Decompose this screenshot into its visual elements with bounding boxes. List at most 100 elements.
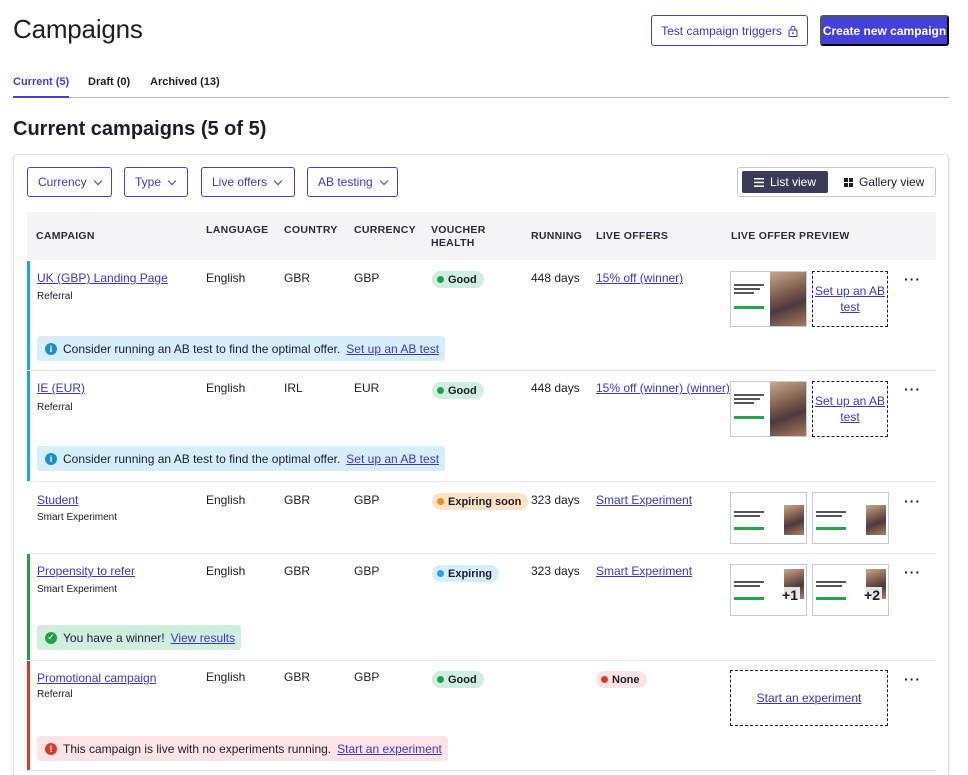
- campaign-tabs: Current (5) Draft (0) Archived (13): [13, 76, 949, 98]
- start-experiment-link[interactable]: Start an experiment: [757, 690, 862, 706]
- live-offer-link[interactable]: Smart Experiment: [596, 493, 692, 507]
- grid-icon: [844, 177, 853, 187]
- filter-type[interactable]: Type: [124, 167, 188, 197]
- health-badge: Good: [432, 382, 484, 399]
- health-badge-label: Good: [448, 273, 477, 286]
- row-status-bar: [27, 261, 30, 370]
- info-icon: i: [45, 452, 57, 465]
- campaign-currency: GBP: [354, 670, 380, 684]
- status-dot: [437, 387, 444, 394]
- filter-live-offers-label: Live offers: [212, 175, 268, 189]
- live-offers-badge-label: None: [612, 673, 640, 686]
- campaign-name-link[interactable]: Promotional campaign: [37, 671, 156, 685]
- live-offer-link[interactable]: 15% off (winner) (winner): [596, 381, 730, 395]
- tab-archived[interactable]: Archived (13): [150, 76, 220, 98]
- campaign-name-link[interactable]: IE (EUR): [37, 381, 85, 395]
- col-live-offer-preview: LIVE OFFER PREVIEW: [731, 230, 850, 242]
- campaign-name-link[interactable]: UK (GBP) Landing Page: [37, 271, 168, 285]
- campaign-country: IRL: [284, 381, 303, 395]
- chevron-down-icon: [167, 176, 177, 185]
- col-country[interactable]: COUNTRY: [284, 224, 338, 237]
- campaign-currency: EUR: [354, 381, 380, 395]
- set-up-ab-test-box[interactable]: Set up an AB test: [812, 381, 888, 437]
- filter-currency-label: Currency: [38, 175, 87, 189]
- row-menu-icon[interactable]: ···: [904, 382, 921, 396]
- list-icon: [753, 177, 764, 187]
- campaign-currency: GBP: [354, 271, 380, 285]
- status-dot: [437, 676, 444, 683]
- campaign-type: Smart Experiment: [37, 584, 118, 595]
- filter-live-offers[interactable]: Live offers: [201, 167, 295, 197]
- ab-test-notice: i Consider running an AB test to find th…: [37, 336, 446, 361]
- status-dot: [437, 570, 444, 577]
- col-live-offers[interactable]: LIVE OFFERS: [596, 230, 668, 243]
- set-up-ab-test-link[interactable]: Set up an AB test: [813, 393, 887, 425]
- campaign-name-link[interactable]: Student: [37, 493, 78, 507]
- more-variants-count: +2: [862, 587, 882, 603]
- filter-ab-testing[interactable]: AB testing: [307, 167, 398, 197]
- row-menu-icon[interactable]: ···: [904, 672, 921, 686]
- tab-draft[interactable]: Draft (0): [88, 76, 130, 98]
- live-offer-link[interactable]: 15% off (winner): [596, 271, 683, 285]
- campaign-running: 323 days: [531, 493, 580, 507]
- col-voucher-health-line2: HEALTH: [431, 237, 475, 249]
- campaign-language: English: [206, 493, 246, 507]
- test-campaign-triggers-label: Test campaign triggers: [661, 23, 782, 38]
- notice-text: Consider running an AB test to find the …: [63, 341, 341, 356]
- offer-preview-thumbnail[interactable]: [730, 381, 807, 437]
- notice-text: You have a winner!: [63, 630, 165, 645]
- gallery-view-label: Gallery view: [859, 175, 925, 189]
- set-up-ab-test-box[interactable]: Set up an AB test: [812, 271, 888, 327]
- row-status-bar: [27, 371, 30, 481]
- offer-preview-thumbnail[interactable]: [730, 492, 807, 544]
- chevron-down-icon: [93, 176, 102, 185]
- view-results-link[interactable]: View results: [171, 631, 235, 645]
- offer-preview-thumbnail[interactable]: +1: [730, 564, 807, 616]
- more-variants-count: +1: [780, 587, 800, 603]
- row-menu-icon[interactable]: ···: [904, 494, 921, 508]
- test-campaign-triggers-button[interactable]: Test campaign triggers: [651, 15, 808, 46]
- col-voucher-health[interactable]: VOUCHER HEALTH: [431, 224, 486, 250]
- col-language[interactable]: LANGUAGE: [206, 224, 268, 237]
- campaign-name-link[interactable]: Propensity to refer: [37, 564, 135, 578]
- create-new-campaign-button[interactable]: Create new campaign: [820, 15, 949, 46]
- col-campaign[interactable]: CAMPAIGN: [36, 230, 95, 243]
- set-up-ab-test-link[interactable]: Set up an AB test: [813, 283, 887, 315]
- notice-link[interactable]: Set up an AB test: [346, 342, 439, 356]
- notice-link[interactable]: Start an experiment: [337, 742, 442, 756]
- filter-ab-testing-label: AB testing: [318, 175, 373, 189]
- row-menu-icon[interactable]: ···: [904, 565, 921, 579]
- campaign-country: GBR: [284, 564, 311, 578]
- health-badge-label: Good: [448, 673, 477, 686]
- offer-preview-thumbnail[interactable]: +2: [812, 564, 889, 616]
- campaign-country: GBR: [284, 670, 311, 684]
- offer-preview-thumbnail[interactable]: [812, 492, 889, 544]
- campaign-type: Smart Experiment: [37, 512, 118, 523]
- live-offer-link[interactable]: Smart Experiment: [596, 564, 692, 578]
- row-status-bar: [27, 554, 30, 660]
- live-offers-badge: None: [596, 671, 647, 688]
- campaign-language: English: [206, 271, 246, 285]
- no-experiments-notice: ! This campaign is live with no experime…: [37, 736, 448, 761]
- filter-currency[interactable]: Currency: [27, 167, 112, 197]
- table-row: IE (EUR) Referral English IRL EUR Good 4…: [27, 371, 936, 482]
- info-icon: i: [45, 342, 57, 355]
- col-running[interactable]: RUNNING: [531, 230, 582, 243]
- table-row: Propensity to refer Smart Experiment Eng…: [27, 554, 936, 661]
- section-title: Current campaigns (5 of 5): [13, 118, 267, 140]
- tab-current[interactable]: Current (5): [13, 76, 70, 98]
- notice-link[interactable]: Set up an AB test: [346, 452, 439, 466]
- offer-preview-thumbnail[interactable]: [730, 271, 807, 327]
- start-experiment-box[interactable]: Start an experiment: [730, 670, 888, 726]
- campaign-currency: GBP: [354, 493, 380, 507]
- notice-text: This campaign is live with no experiment…: [63, 741, 332, 756]
- campaign-currency: GBP: [354, 564, 380, 578]
- list-view-button[interactable]: List view: [742, 171, 828, 193]
- health-badge-label: Good: [448, 384, 477, 397]
- filter-type-label: Type: [135, 175, 162, 189]
- gallery-view-button[interactable]: Gallery view: [844, 171, 924, 193]
- row-menu-icon[interactable]: ···: [904, 272, 921, 286]
- col-currency[interactable]: CURRENCY: [354, 224, 416, 237]
- table-header: CAMPAIGN LANGUAGE COUNTRY CURRENCY VOUCH…: [27, 212, 936, 260]
- row-status-bar: [27, 661, 30, 770]
